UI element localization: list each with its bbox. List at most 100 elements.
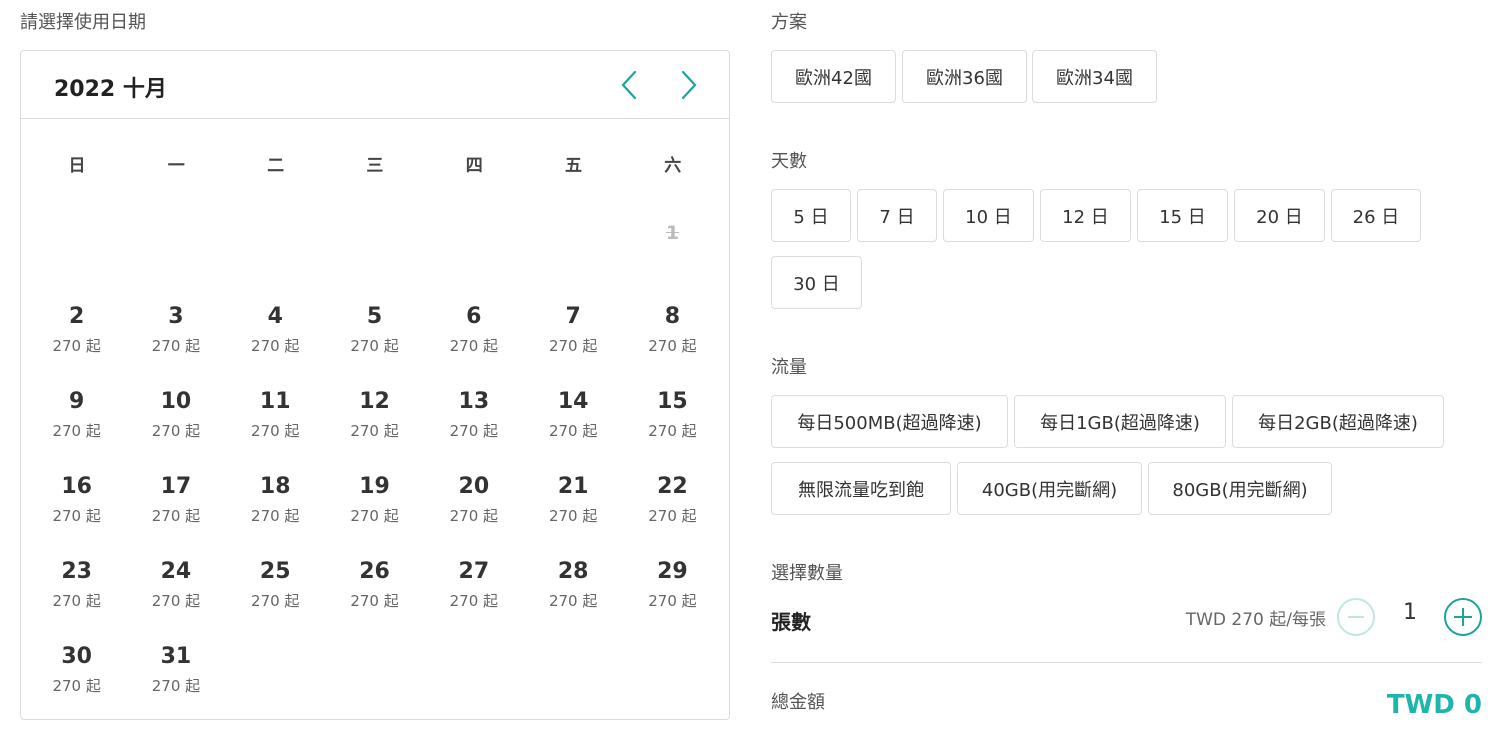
day-price: 270 起 (52, 677, 101, 695)
day-number: 24 (160, 559, 192, 584)
calendar: 2022 十月 日一二三四五六 1 2 270 起 3 270 起 4 270 起 5 270 … (20, 50, 730, 720)
calendar-day[interactable]: 6 270 起 (424, 303, 523, 383)
calendar-day[interactable]: 27 270 起 (424, 558, 523, 638)
prev-month-button[interactable] (611, 67, 647, 103)
calendar-day[interactable]: 14 270 起 (524, 388, 623, 468)
day-number: 23 (61, 559, 92, 584)
day-number: 14 (557, 389, 589, 414)
calendar-day[interactable]: 20 270 起 (424, 473, 523, 553)
calendar-day[interactable]: 4 270 起 (226, 303, 325, 383)
calendar-header: 2022 十月 (21, 51, 729, 119)
calendar-day[interactable]: 8 270 起 (623, 303, 722, 383)
total-label: 總金額 (771, 692, 825, 713)
day-price: 270 起 (52, 507, 101, 525)
day-price: 270 起 (251, 337, 300, 355)
calendar-day[interactable]: 16 270 起 (27, 473, 126, 553)
calendar-day[interactable]: 22 270 起 (623, 473, 722, 553)
plan-label: 方案 (771, 12, 807, 33)
calendar-day[interactable]: 18 270 起 (226, 473, 325, 553)
day-price: 270 起 (548, 507, 598, 525)
plan-option[interactable]: 歐洲36國 (902, 50, 1027, 103)
calendar-day[interactable]: 10 270 起 (126, 388, 225, 468)
day-price: 270 起 (151, 337, 201, 355)
weekday-label: 四 (465, 156, 483, 176)
month-title: 2022 十月 (54, 77, 167, 102)
calendar-day[interactable]: 23 270 起 (27, 558, 126, 638)
days-option[interactable]: 7 日 (857, 189, 937, 242)
calendar-day[interactable]: 15 270 起 (623, 388, 722, 468)
data-option[interactable]: 無限流量吃到飽 (771, 462, 951, 515)
chevron-right-icon (681, 70, 697, 100)
calendar-day[interactable]: 7 270 起 (524, 303, 623, 383)
weekday-row: 日一二三四五六 (21, 151, 729, 176)
unit-price: TWD 270 起/每張 (1185, 610, 1326, 630)
day-number: 12 (359, 389, 390, 414)
calendar-day[interactable]: 9 270 起 (27, 388, 126, 468)
day-price: 270 起 (251, 592, 300, 610)
day-price: 270 起 (449, 337, 499, 355)
day-number: 25 (259, 559, 291, 584)
day-number: 9 (68, 389, 85, 414)
weekday-label: 三 (366, 156, 384, 176)
calendar-day[interactable]: 17 270 起 (126, 473, 225, 553)
day-price: 270 起 (52, 337, 101, 355)
days-option[interactable]: 15 日 (1137, 189, 1228, 242)
calendar-day[interactable]: 30 270 起 (27, 643, 126, 723)
calendar-day[interactable]: 12 270 起 (325, 388, 424, 468)
increase-quantity-button[interactable] (1444, 598, 1482, 636)
day-number: 29 (657, 559, 688, 584)
day-price: 270 起 (449, 592, 499, 610)
day-number: 16 (61, 474, 92, 499)
next-month-button[interactable] (671, 67, 707, 103)
days-option[interactable]: 5 日 (771, 189, 851, 242)
day-number: 1 (665, 222, 680, 244)
day-number: 3 (168, 304, 184, 329)
days-option[interactable]: 26 日 (1331, 189, 1421, 242)
day-price: 270 起 (52, 592, 101, 610)
plan-option[interactable]: 歐洲42國 (771, 50, 896, 103)
calendar-day[interactable]: 3 270 起 (126, 303, 225, 383)
day-price: 270 起 (251, 422, 300, 440)
day-number: 28 (557, 559, 589, 584)
data-option[interactable]: 80GB(用完斷網) (1148, 462, 1332, 515)
calendar-day[interactable]: 28 270 起 (524, 558, 623, 638)
plan-option[interactable]: 歐洲34國 (1032, 50, 1157, 103)
calendar-day: 1 (623, 219, 722, 299)
calendar-day[interactable]: 21 270 起 (524, 473, 623, 553)
data-option[interactable]: 每日500MB(超過降速) (771, 395, 1008, 448)
day-number: 6 (466, 304, 482, 329)
decrease-quantity-button[interactable] (1337, 598, 1375, 636)
data-label: 流量 (771, 357, 807, 378)
day-number: 15 (657, 389, 688, 414)
calendar-day[interactable]: 26 270 起 (325, 558, 424, 638)
day-price: 270 起 (151, 677, 201, 695)
calendar-day[interactable]: 19 270 起 (325, 473, 424, 553)
calendar-day[interactable]: 25 270 起 (226, 558, 325, 638)
day-number: 8 (664, 304, 681, 329)
calendar-day[interactable]: 11 270 起 (226, 388, 325, 468)
calendar-day[interactable]: 13 270 起 (424, 388, 523, 468)
day-number: 19 (359, 474, 390, 499)
calendar-day[interactable]: 5 270 起 (325, 303, 424, 383)
data-option[interactable]: 每日1GB(超過降速) (1014, 395, 1226, 448)
day-number: 10 (160, 389, 192, 414)
minus-icon (1348, 616, 1364, 618)
calendar-day[interactable]: 31 270 起 (126, 643, 225, 723)
data-option[interactable]: 40GB(用完斷網) (957, 462, 1142, 515)
days-option[interactable]: 20 日 (1234, 189, 1325, 242)
data-option[interactable]: 每日2GB(超過降速) (1232, 395, 1444, 448)
divider (771, 662, 1482, 663)
days-option[interactable]: 10 日 (943, 189, 1034, 242)
day-number: 13 (458, 389, 490, 414)
calendar-day[interactable]: 2 270 起 (27, 303, 126, 383)
weekday-label: 日 (68, 156, 86, 176)
calendar-day[interactable]: 24 270 起 (126, 558, 225, 638)
day-price: 270 起 (151, 422, 201, 440)
day-price: 270 起 (548, 422, 598, 440)
quantity-value: 1 (1403, 600, 1417, 625)
day-number: 27 (458, 559, 490, 584)
day-price: 270 起 (648, 422, 697, 440)
calendar-day[interactable]: 29 270 起 (623, 558, 722, 638)
days-option[interactable]: 30 日 (771, 256, 862, 309)
days-option[interactable]: 12 日 (1040, 189, 1131, 242)
